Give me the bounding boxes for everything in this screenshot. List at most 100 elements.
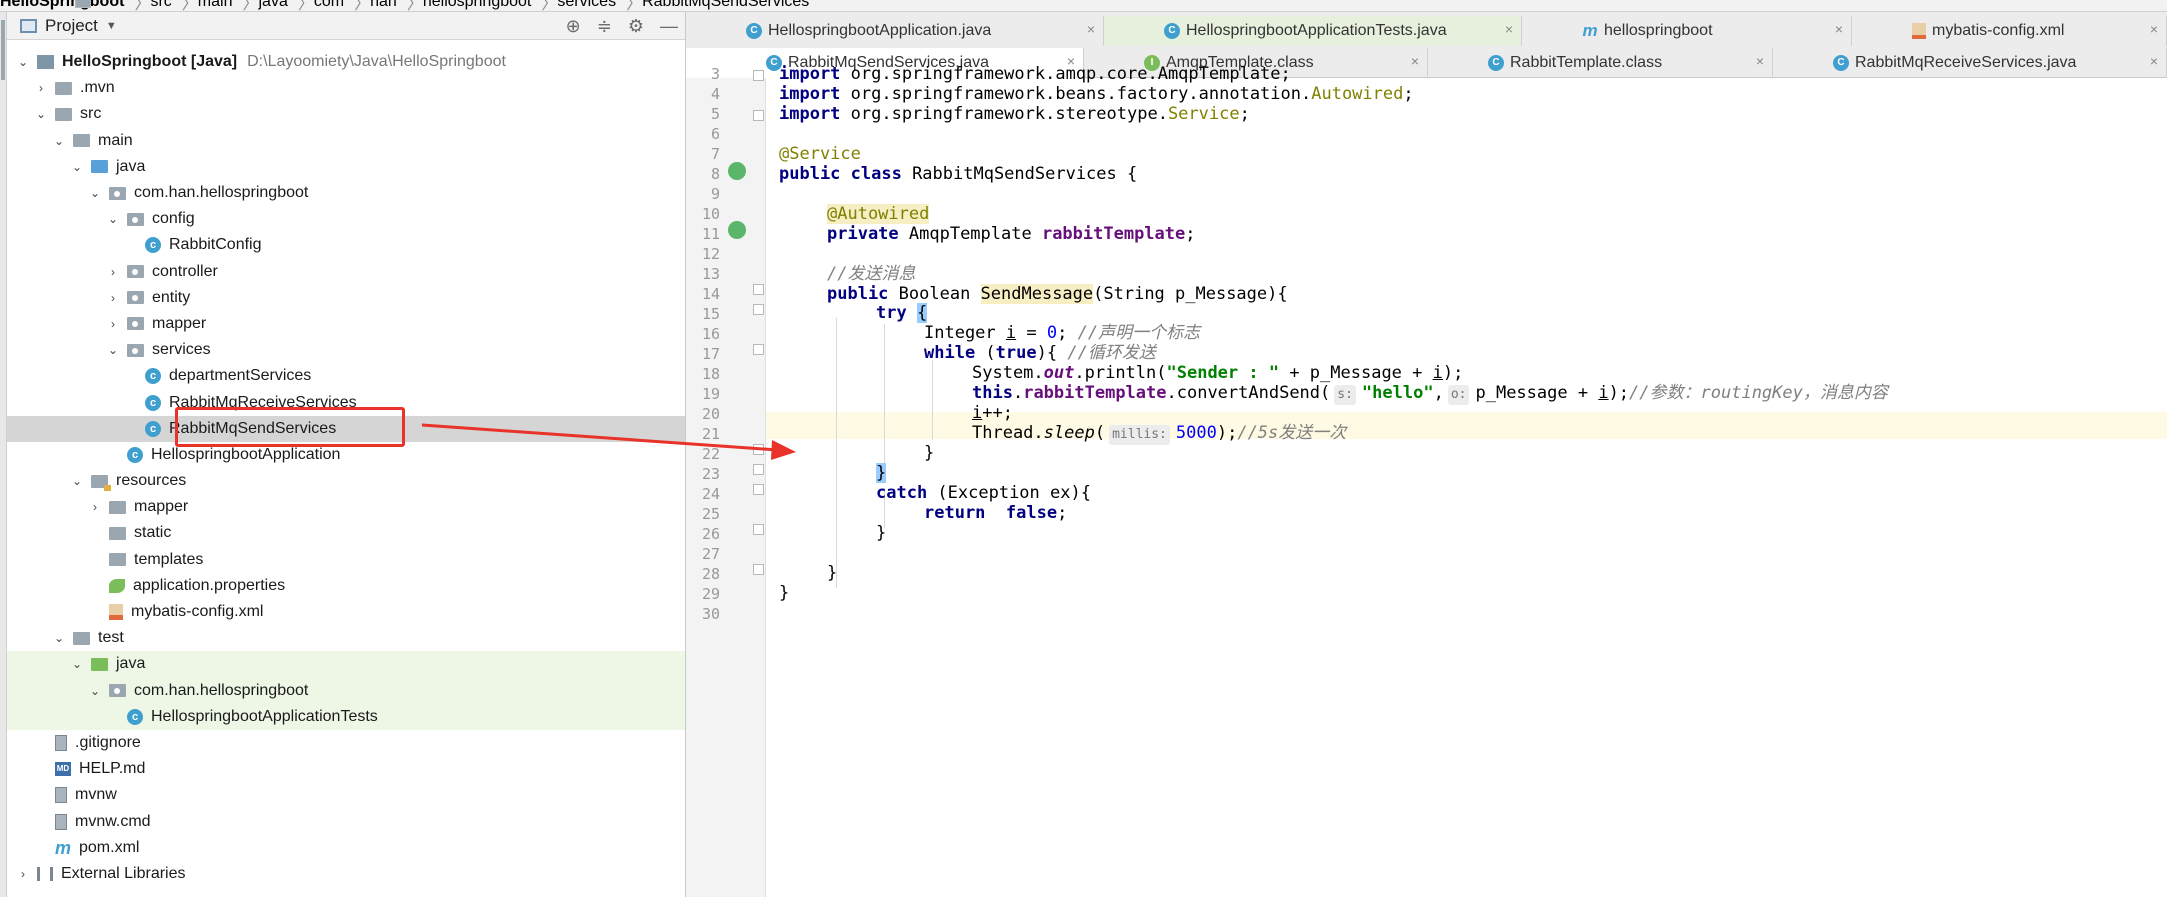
tree-item[interactable]: ⌄ java — [7, 154, 685, 180]
tree-item[interactable]: ⌄ services — [7, 337, 685, 363]
editor-tab[interactable]: m hellospringboot × — [1522, 16, 1852, 46]
tree-item[interactable]: ›mvnw — [7, 782, 685, 808]
chevron-down-icon[interactable]: ⌄ — [105, 212, 121, 226]
editor-tab[interactable]: mybatis-config.xml × — [1852, 16, 2167, 46]
close-icon[interactable]: × — [2150, 21, 2158, 37]
chevron-down-icon[interactable]: ⌄ — [87, 186, 103, 200]
tree-item[interactable]: ›mybatis-config.xml — [7, 599, 685, 625]
chevron-right-icon[interactable]: › — [87, 500, 103, 514]
editor-tab[interactable]: C RabbitTemplate.class × — [1428, 48, 1773, 78]
tree-item[interactable]: ›mpom.xml — [7, 835, 685, 861]
gear-icon[interactable]: ⚙ — [628, 16, 644, 37]
chevron-right-icon[interactable]: › — [105, 317, 121, 331]
tool-window-strip[interactable] — [0, 12, 7, 897]
code-line-15[interactable]: try { — [876, 300, 928, 327]
autowired-bean-icon[interactable] — [728, 221, 746, 239]
tree-item[interactable]: › mapper — [7, 311, 685, 337]
code-line-21[interactable]: Thread.sleep(millis: 5000);//5s发送一次 — [972, 420, 1346, 447]
chevron-down-icon[interactable]: ⌄ — [87, 684, 103, 698]
project-panel-title[interactable]: Project — [45, 16, 98, 36]
breadcrumb-item[interactable]: java 〉 — [75, 0, 314, 11]
fold-marker-icon[interactable] — [753, 524, 764, 535]
code-line-22[interactable]: } — [924, 440, 934, 467]
tree-item[interactable]: ›templates — [7, 547, 685, 573]
tree-item[interactable]: ⌄ config — [7, 206, 685, 232]
tree-item[interactable]: ⌄ src — [7, 101, 685, 127]
tree-item[interactable]: ›static — [7, 520, 685, 546]
collapse-all-icon[interactable]: ≑ — [597, 16, 612, 37]
tree-item[interactable]: ›mvnw.cmd — [7, 808, 685, 834]
tree-item[interactable]: › mapper — [7, 494, 685, 520]
locate-file-icon[interactable]: ⊕ — [566, 16, 581, 37]
chevron-down-icon[interactable]: ⌄ — [69, 657, 85, 671]
fold-marker-icon[interactable] — [753, 344, 764, 355]
tree-item[interactable]: ⌄ com.han.hellospringboot — [7, 677, 685, 704]
chevron-right-icon[interactable]: › — [105, 265, 121, 279]
close-icon[interactable]: × — [1835, 21, 1843, 37]
tree-item[interactable]: ›MDHELP.md — [7, 756, 685, 782]
tree-item[interactable]: ⌄ java — [7, 651, 685, 678]
tree-item[interactable]: ›cHellospringbootApplicationTests — [7, 703, 685, 730]
tree-item[interactable]: ›application.properties — [7, 573, 685, 599]
tree-item[interactable]: ⌄ resources — [7, 468, 685, 494]
editor-tab[interactable]: C RabbitMqReceiveServices.java × — [1773, 48, 2167, 78]
code-line-5[interactable]: import org.springframework.stereotype.Se… — [779, 101, 1250, 128]
tree-item[interactable]: ›.gitignore — [7, 730, 685, 756]
breadcrumb-item[interactable]: han 〉 — [75, 0, 423, 11]
chevron-down-icon[interactable]: ▼ — [106, 20, 117, 32]
chevron-down-icon[interactable]: ⌄ — [69, 474, 85, 488]
code-line-25[interactable]: return false; — [924, 500, 1067, 527]
code-line-11[interactable]: private AmqpTemplate rabbitTemplate; — [827, 221, 1196, 248]
fold-marker-icon[interactable] — [753, 70, 764, 81]
fold-marker-icon[interactable] — [753, 484, 764, 495]
tree-item[interactable]: ›cdepartmentServices — [7, 363, 685, 389]
tree-item[interactable]: ⌄ main — [7, 128, 685, 154]
chevron-down-icon[interactable]: ⌄ — [51, 134, 67, 148]
editor-tab[interactable]: C HellospringbootApplication.java × — [686, 16, 1104, 46]
close-icon[interactable]: × — [2150, 53, 2158, 69]
editor-gutter[interactable]: 3 4 5 6 7 8 9 10 11 12 13 14 15 16 17 18 19 20 21 22 23 24 25 2… — [686, 65, 766, 897]
tree-item[interactable]: › entity — [7, 285, 685, 311]
breadcrumb-item[interactable]: src 〉 — [75, 0, 198, 11]
chevron-down-icon[interactable]: ⌄ — [51, 631, 67, 645]
project-tool-window-button[interactable] — [1, 20, 5, 80]
chevron-right-icon[interactable]: › — [105, 291, 121, 305]
chevron-down-icon[interactable]: ⌄ — [33, 107, 49, 121]
code-line-8[interactable]: public class RabbitMqSendServices { — [779, 161, 1137, 188]
code-line-26[interactable]: } — [876, 520, 886, 547]
fold-marker-icon[interactable] — [753, 304, 764, 315]
fold-marker-icon[interactable] — [753, 464, 764, 475]
tree-item[interactable]: ⌄ com.han.hellospringboot — [7, 180, 685, 206]
chevron-down-icon[interactable]: ⌄ — [15, 55, 31, 69]
tree-item[interactable]: › controller — [7, 259, 685, 285]
hide-panel-icon[interactable]: — — [660, 16, 678, 37]
close-icon[interactable]: × — [1087, 21, 1095, 37]
fold-marker-icon[interactable] — [753, 444, 764, 455]
tree-item[interactable]: ⌄ HelloSpringboot [Java] D:\Layoomiety\Jav… — [7, 49, 685, 75]
chevron-down-icon[interactable]: ⌄ — [69, 160, 85, 174]
fold-marker-icon[interactable] — [753, 284, 764, 295]
breadcrumb-item[interactable]: services 〉 — [75, 0, 642, 11]
code-editor[interactable]: 3 4 5 6 7 8 9 10 11 12 13 14 15 16 17 18 19 20 21 22 23 24 25 2… — [686, 64, 2167, 897]
tree-item[interactable]: ⌄ test — [7, 625, 685, 651]
breadcrumb-item[interactable]: main 〉 — [75, 0, 259, 11]
bean-class-icon[interactable] — [728, 162, 746, 180]
breadcrumb-item[interactable]: RabbitMqSendServices — [75, 0, 809, 11]
code-line-29[interactable]: } — [779, 580, 789, 607]
close-icon[interactable]: × — [1411, 53, 1419, 69]
code-line-19[interactable]: this.rabbitTemplate.convertAndSend(s: "he… — [972, 380, 1888, 407]
breadcrumb-item[interactable]: hellospringboot 〉 — [75, 0, 557, 11]
chevron-right-icon[interactable]: › — [33, 81, 49, 95]
tree-item[interactable]: ›cRabbitConfig — [7, 232, 685, 258]
tree-item[interactable]: › .mvn — [7, 75, 685, 101]
fold-marker-icon[interactable] — [753, 564, 764, 575]
close-icon[interactable]: × — [1756, 53, 1764, 69]
fold-marker-icon[interactable] — [753, 110, 764, 121]
breadcrumb-item[interactable]: com 〉 — [75, 0, 370, 11]
chevron-right-icon[interactable]: › — [15, 867, 31, 881]
chevron-down-icon[interactable]: ⌄ — [105, 343, 121, 357]
close-icon[interactable]: × — [1505, 21, 1513, 37]
tree-item[interactable]: › External Libraries — [7, 861, 685, 887]
editor-tab[interactable]: C HellospringbootApplicationTests.java × — [1104, 16, 1522, 46]
code-line-28[interactable]: } — [827, 560, 837, 587]
